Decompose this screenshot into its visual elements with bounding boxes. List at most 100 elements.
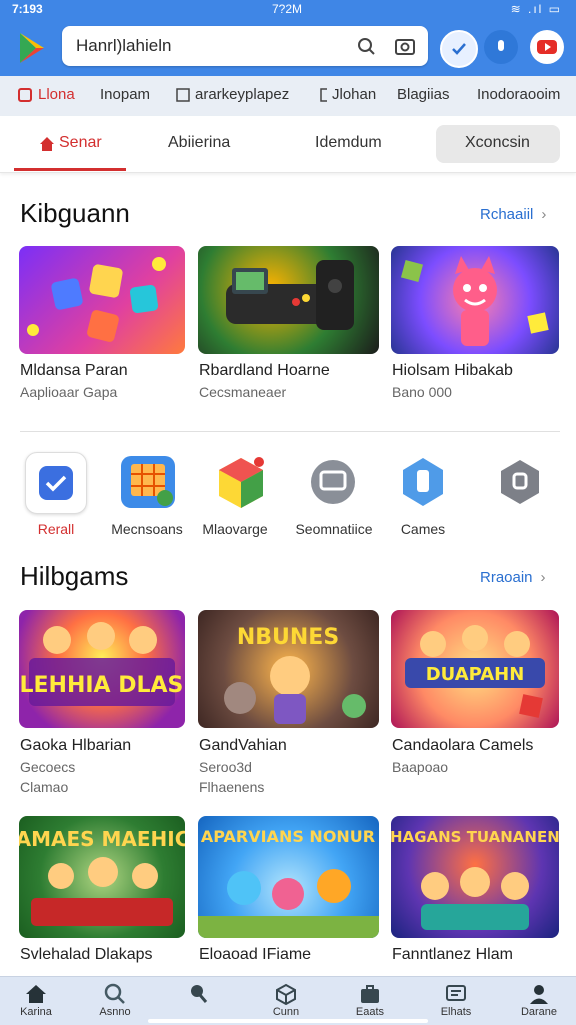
card-title: Eloaoad IFiame: [199, 946, 312, 963]
tab-4[interactable]: Xconcsin: [465, 134, 530, 152]
square-icon: [18, 88, 32, 102]
nav-label: Eaats: [355, 1006, 385, 1018]
active-tab-indicator: [14, 168, 126, 171]
game-pieces-art: [27, 257, 166, 342]
game-card-image[interactable]: APARVIANS NONUR: [198, 816, 379, 938]
briefcase-icon: [361, 985, 379, 1003]
status-time: 7:193: [12, 2, 43, 16]
top-bar: Hanrl)lahieln: [0, 20, 576, 76]
game-card-image[interactable]: NBUNES: [198, 610, 379, 728]
chip-0[interactable]: Llona: [38, 86, 75, 103]
card-banner-text: SLEHHIA DLASR: [19, 673, 185, 698]
section-title-2: Hilbgams: [20, 561, 129, 591]
more-label: Rraoain: [480, 569, 533, 586]
section-1-more-link[interactable]: Rchaaiil ›: [480, 206, 546, 223]
more-label: Rchaaiil: [480, 206, 534, 223]
check-app-icon[interactable]: [25, 452, 87, 514]
bottom-navigation: Karina Asnno Cunn Eaats Elhats Darane: [0, 976, 576, 1025]
camera-icon[interactable]: [394, 36, 416, 56]
search-input[interactable]: Hanrl)lahieln: [76, 36, 171, 56]
nav-label: Karina: [20, 1006, 52, 1018]
chip-5[interactable]: Inodoraooim: [477, 86, 560, 103]
card-title: Hiolsam Hibakab: [392, 362, 513, 379]
card-banner-text: APARVIANS NONUR: [201, 827, 375, 846]
tab-home[interactable]: Senar: [59, 134, 102, 152]
bookmark-app-icon[interactable]: [393, 452, 453, 512]
nav-apps[interactable]: Eaats: [338, 979, 402, 1018]
home-icon: [26, 985, 46, 1003]
card-title: Fanntlanez Hlam: [392, 946, 513, 963]
message-app-icon[interactable]: [303, 452, 363, 512]
card-subtitle: Gecoecs: [20, 759, 76, 775]
card-title: Svlehalad Dlakaps: [20, 946, 153, 963]
chevron-right-icon: ›: [540, 569, 546, 586]
app-label: Rerall: [37, 521, 75, 537]
app-label: Cames: [400, 521, 446, 537]
chip-2[interactable]: ararkeyplapez: [195, 86, 289, 103]
app-label: Mlaovarge: [202, 521, 268, 537]
cube-icon: [276, 983, 296, 1005]
checkbox-icon: [176, 88, 190, 102]
status-bar: 7:193 7?2M ≋ .ıl ▭: [0, 0, 576, 20]
card-subtitle: Seroo3d: [199, 759, 252, 775]
game-card-image[interactable]: DUAPAHN: [391, 610, 559, 728]
card-title: Gaoka Hlbarian: [20, 737, 132, 754]
nav-home[interactable]: Karina: [4, 979, 68, 1018]
search-bar[interactable]: Hanrl)lahieln: [62, 26, 428, 66]
card-title: GandVahian: [199, 737, 287, 754]
nav-games[interactable]: Cunn: [254, 979, 318, 1018]
section-title-1: Kibguann: [20, 198, 130, 228]
chip-4[interactable]: Blagiias: [397, 86, 450, 103]
nav-explore[interactable]: [166, 979, 230, 1006]
home-indicator[interactable]: [148, 1019, 428, 1023]
characters-art: DUAPAHN: [405, 625, 545, 718]
game-card-image[interactable]: CAMAES MAEHICE: [19, 816, 185, 938]
card-banner-text: NBUNES: [237, 625, 339, 650]
shield-check-icon[interactable]: [440, 30, 478, 68]
chevron-right-icon: ›: [541, 206, 547, 223]
hexagon-app-icon[interactable]: [490, 452, 550, 512]
card-title: Mldansa Paran: [20, 362, 128, 379]
nav-label: Elhats: [440, 1006, 472, 1018]
mic-icon[interactable]: [484, 30, 518, 64]
search-icon: [104, 983, 125, 1004]
bracket-icon: [320, 88, 327, 102]
nav-chats[interactable]: Elhats: [424, 979, 488, 1018]
nav-label: Cunn: [272, 1006, 300, 1018]
nav-search[interactable]: Asnno: [83, 979, 147, 1018]
game-card-image[interactable]: [198, 246, 379, 354]
tab-2[interactable]: Abiierina: [168, 134, 230, 152]
chip-1[interactable]: Inopam: [100, 86, 150, 103]
card-subtitle: Baapoao: [392, 759, 449, 775]
game-card-image[interactable]: [391, 246, 559, 354]
nav-label: Asnno: [99, 1006, 131, 1018]
game-card-image[interactable]: THAGANS TUANANEN7: [391, 816, 559, 938]
tab-bar: Senar Abiierina Idemdum Xconcsin: [0, 116, 576, 173]
divider: [20, 431, 560, 432]
tab-3[interactable]: Idemdum: [315, 134, 382, 152]
category-chips: Llona Inopam ararkeyplapez Jlohan Blagii…: [0, 76, 576, 117]
cartoon-character-art: [400, 256, 549, 346]
chat-icon: [446, 985, 466, 1001]
nav-profile[interactable]: Darane: [507, 979, 571, 1018]
characters-art: APARVIANS NONUR: [198, 827, 379, 938]
play-store-logo-icon[interactable]: [14, 30, 54, 66]
card-title: Rbardland Hoarne: [199, 362, 330, 379]
card-banner-text: CAMAES MAEHICE: [19, 827, 185, 851]
section-2-more-link[interactable]: Rraoain ›: [480, 569, 546, 586]
card-meta: Flhaenens: [199, 779, 265, 795]
cube-app-icon[interactable]: [211, 452, 271, 512]
nav-label: Darane: [520, 1006, 558, 1018]
controller-art: [226, 260, 354, 330]
crate-app-icon[interactable]: [119, 452, 179, 512]
youtube-icon[interactable]: [530, 30, 564, 64]
home-icon: [40, 137, 54, 151]
card-title: Candaolara Camels: [392, 737, 534, 754]
chip-3[interactable]: Jlohan: [332, 86, 376, 103]
game-card-image[interactable]: SLEHHIA DLASR: [19, 610, 185, 728]
magnifier-icon: [191, 985, 208, 1003]
lens-search-icon[interactable]: [356, 36, 376, 56]
card-meta: Clamao: [20, 779, 69, 795]
person-icon: [530, 985, 548, 1004]
game-card-image[interactable]: [19, 246, 185, 354]
